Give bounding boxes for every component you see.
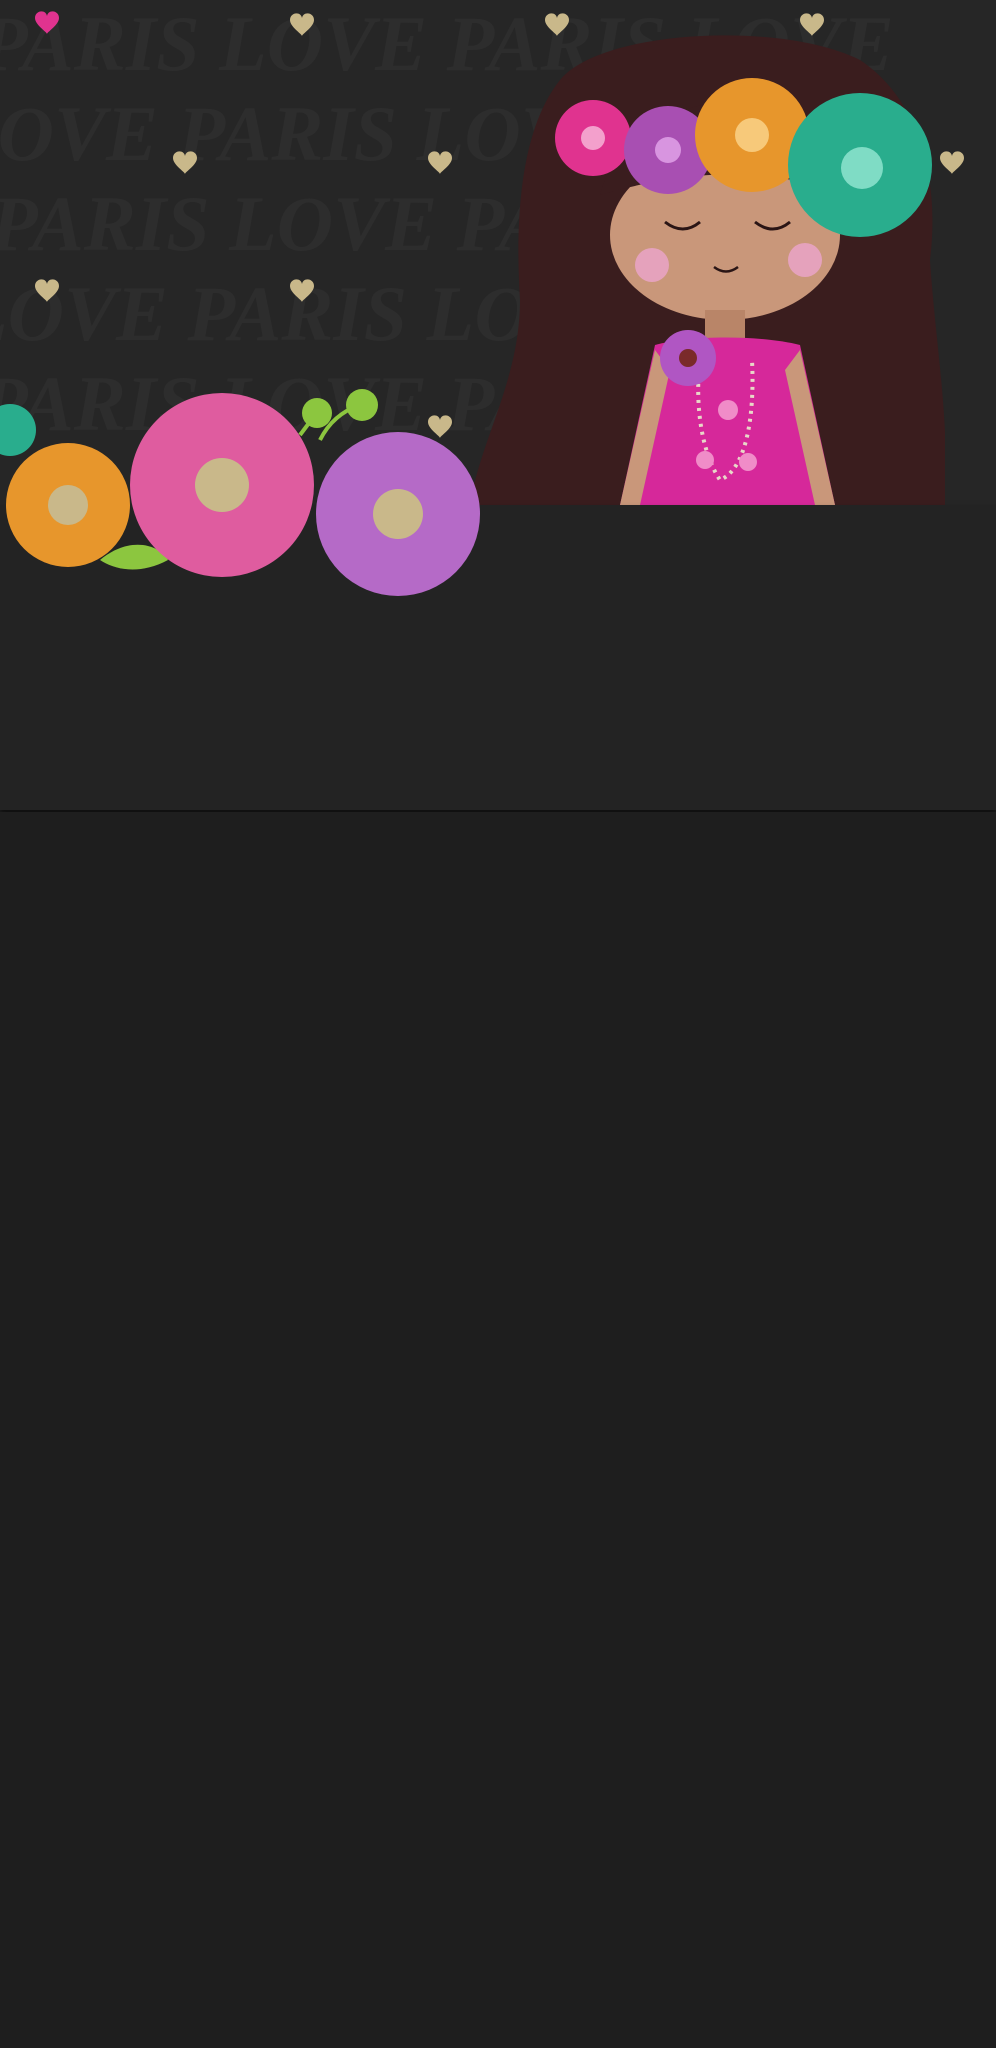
blank-panel [0, 505, 996, 810]
heart-icon [940, 151, 964, 174]
empty-content-area [0, 812, 996, 2048]
flower-icon [660, 330, 716, 386]
flower-icon [788, 93, 932, 237]
wallpaper-edge-block [945, 415, 996, 505]
flower-icon [555, 100, 631, 176]
